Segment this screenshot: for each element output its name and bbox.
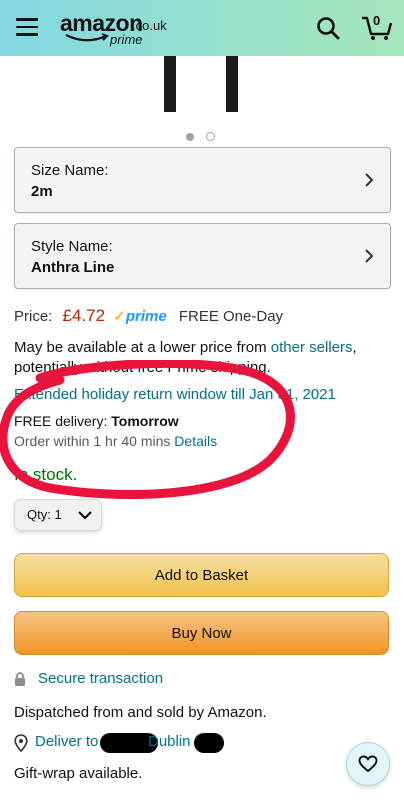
location-pin-icon [14,734,28,752]
delivery-details-link[interactable]: Details [174,433,217,449]
quantity-dropdown[interactable]: Qty: 1 [14,499,102,531]
deliver-city[interactable]: Dublin [148,733,191,750]
product-image-left-part [164,56,176,112]
other-sellers-note: May be available at a lower price from o… [14,338,384,378]
style-selector[interactable]: Style Name: Anthra Line [14,223,391,289]
prime-check-icon: ✓ [113,308,126,325]
amazon-prime-logo[interactable]: amazon .co.uk prime [60,10,180,50]
other-sellers-text-before: May be available at a lower price from [14,339,271,356]
delivery-info: FREE delivery: Tomorrow [14,413,179,429]
prime-badge: prime [125,308,167,325]
buy-now-button[interactable]: Buy Now [14,611,389,655]
top-nav-bar: amazon .co.uk prime 0 [0,0,404,56]
redaction-mark [194,733,224,753]
deliver-to-label[interactable]: Deliver to [35,733,98,750]
quantity-value: 1 [54,507,62,522]
chevron-right-icon [365,249,374,263]
carousel-dot[interactable] [206,132,216,142]
search-icon[interactable] [316,16,340,40]
lock-icon [15,672,25,686]
logo-tld-text: .co.uk [132,18,167,33]
quantity-label-text: Qty: [27,507,51,522]
order-within-text: Order within 1 hr 40 mins [14,433,175,449]
size-selector[interactable]: Size Name: 2m [14,147,391,213]
delivery-day: Tomorrow [111,413,179,429]
favourite-button[interactable] [346,742,390,786]
style-selector-label: Style Name: [31,238,113,255]
add-to-basket-button[interactable]: Add to Basket [14,553,389,597]
secure-transaction-link[interactable]: Secure transaction [38,670,163,687]
size-selector-value: 2m [31,183,53,200]
gift-wrap-info: Gift-wrap available. [14,765,143,782]
logo-prime-text: prime [110,32,143,47]
price-row: Price: £4.72 ✓prime FREE One-Day [14,306,283,326]
style-selector-value: Anthra Line [31,259,115,276]
other-sellers-link[interactable]: other sellers [271,339,353,356]
shipping-label: FREE One-Day [178,308,284,325]
carousel-dot-active[interactable] [186,132,194,141]
heart-icon [358,755,378,773]
returns-link[interactable]: Extended holiday return window till Jan … [14,386,336,403]
chevron-down-icon [78,511,92,520]
chevron-right-icon [365,173,374,187]
carousel-dots [186,128,223,146]
size-selector-label: Size Name: [31,162,109,179]
price-value: £4.72 [62,306,106,325]
price-label: Price: [14,308,53,325]
logo-smile-icon [65,33,109,42]
order-within-info: Order within 1 hr 40 mins Details [14,433,217,449]
quantity-label: Qty: 1 [27,507,62,522]
stock-status: In stock. [14,465,78,484]
deliver-to-location[interactable]: Deliver to Dublin [14,733,254,753]
dispatched-by: Dispatched from and sold by Amazon. [14,704,267,721]
product-image-right-part [226,56,238,112]
product-image[interactable] [0,56,404,120]
hamburger-menu-icon[interactable] [16,18,38,36]
delivery-label: FREE delivery: [14,413,112,429]
cart-count: 0 [373,13,381,28]
